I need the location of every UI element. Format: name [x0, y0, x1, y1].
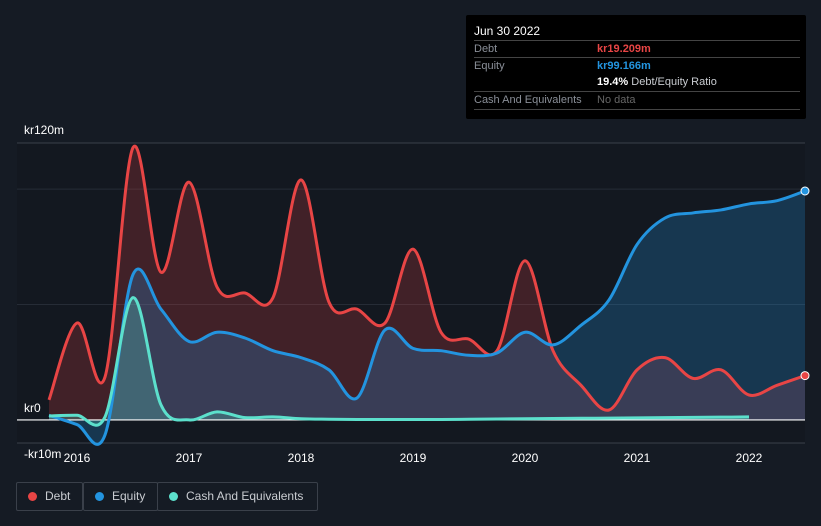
legend-label: Debt	[45, 489, 71, 503]
x-tick-label: 2018	[288, 451, 315, 465]
x-tick-label: 2019	[400, 451, 427, 465]
ratio-value: 19.4%	[597, 76, 629, 88]
debt-dot-icon	[28, 492, 37, 501]
x-tick-label: 2020	[512, 451, 539, 465]
tooltip-debt-row: Debt kr19.209m	[474, 40, 800, 58]
debt-end-marker	[800, 371, 810, 381]
legend-cash[interactable]: Cash And Equivalents	[157, 482, 319, 511]
x-tick-label: 2022	[736, 451, 763, 465]
debt-value: kr19.209m	[597, 43, 651, 55]
y-tick-label: -kr10m	[24, 447, 61, 461]
x-tick-label: 2017	[176, 451, 203, 465]
tooltip-cash-row: Cash And Equivalents No data	[474, 91, 800, 110]
tooltip-equity-row: Equity kr99.166m	[474, 57, 800, 75]
ratio: 19.4% Debt/Equity Ratio	[597, 74, 717, 91]
legend-label: Equity	[112, 489, 146, 503]
ratio-label: Debt/Equity Ratio	[631, 76, 717, 88]
legend-equity[interactable]: Equity	[83, 482, 159, 511]
equity-dot-icon	[95, 492, 104, 501]
y-tick-label: kr0	[24, 401, 41, 415]
y-tick-label: kr120m	[24, 123, 64, 137]
cash-dot-icon	[169, 492, 178, 501]
equity-end-marker	[800, 186, 810, 196]
equity-value: kr99.166m	[597, 60, 651, 72]
legend-debt[interactable]: Debt	[16, 482, 84, 511]
cash-label: Cash And Equivalents	[474, 94, 582, 106]
debt-label: Debt	[474, 43, 498, 55]
tooltip-ratio-row: 19.4% Debt/Equity Ratio	[474, 74, 800, 91]
cash-value: No data	[597, 94, 636, 106]
x-tick-label: 2016	[64, 451, 91, 465]
x-tick-label: 2021	[624, 451, 651, 465]
tooltip: Jun 30 2022 Debt kr19.209m Equity kr99.166…	[466, 15, 806, 119]
equity-label: Equity	[474, 60, 505, 72]
legend-label: Cash And Equivalents	[186, 489, 304, 503]
tooltip-date: Jun 30 2022	[474, 24, 541, 38]
